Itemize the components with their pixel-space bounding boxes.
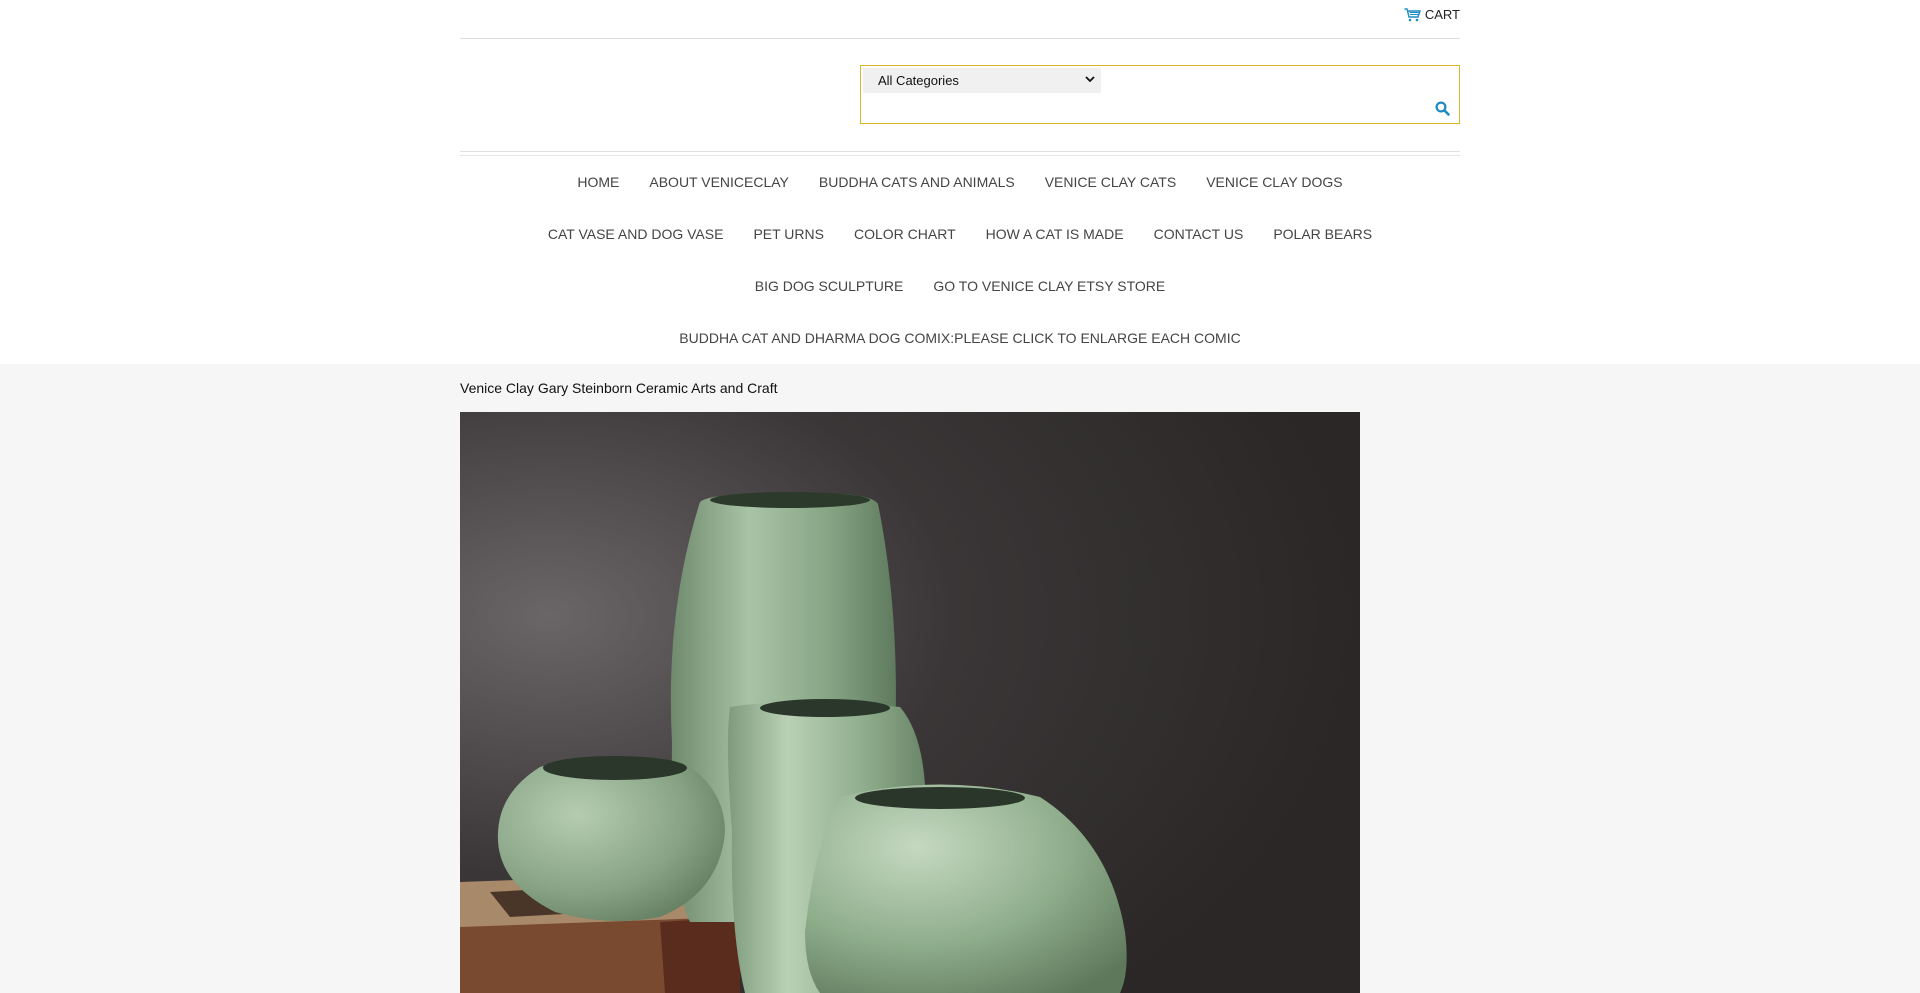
search-box: All Categories (860, 65, 1460, 124)
category-select-value: All Categories (878, 73, 959, 88)
nav-item-home[interactable]: HOME (562, 174, 634, 190)
nav-item-pet-urns[interactable]: PET URNS (738, 226, 839, 242)
nav-item-color-chart[interactable]: COLOR CHART (839, 226, 971, 242)
cart-label: CART (1424, 7, 1460, 22)
nav-row: BUDDHA CAT AND DHARMA DOG COMIX:PLEASE C… (460, 312, 1460, 364)
nav-item-venice-clay-dogs[interactable]: VENICE CLAY DOGS (1191, 174, 1357, 190)
chevron-down-icon (1085, 76, 1095, 83)
hero-image (460, 412, 1360, 993)
nav-item-buddha-cats[interactable]: BUDDHA CATS AND ANIMALS (804, 174, 1030, 190)
nav-item-comix[interactable]: BUDDHA CAT AND DHARMA DOG COMIX:PLEASE C… (664, 330, 1255, 346)
search-icon[interactable] (1435, 101, 1450, 116)
cart-icon (1404, 7, 1421, 21)
cart-link[interactable]: CART (1404, 7, 1460, 22)
nav-row: CAT VASE AND DOG VASE PET URNS COLOR CHA… (460, 208, 1460, 260)
nav-item-venice-clay-cats[interactable]: VENICE CLAY CATS (1030, 174, 1191, 190)
nav-item-about[interactable]: ABOUT VENICECLAY (634, 174, 804, 190)
search-input[interactable] (863, 96, 1429, 122)
green-vases-image (460, 412, 1360, 993)
top-bar: CART (460, 0, 1460, 39)
main-nav: HOME ABOUT VENICECLAY BUDDHA CATS AND AN… (460, 156, 1460, 364)
nav-row: BIG DOG SCULPTURE GO TO VENICE CLAY ETSY… (460, 260, 1460, 312)
nav-item-contact[interactable]: CONTACT US (1139, 226, 1259, 242)
nav-item-vases[interactable]: CAT VASE AND DOG VASE (533, 226, 739, 242)
site-title: Venice Clay Gary Steinborn Ceramic Arts … (460, 380, 778, 396)
nav-item-polar-bears[interactable]: POLAR BEARS (1258, 226, 1387, 242)
nav-row: HOME ABOUT VENICECLAY BUDDHA CATS AND AN… (460, 156, 1460, 208)
nav-item-big-dog[interactable]: BIG DOG SCULPTURE (740, 278, 919, 294)
nav-item-etsy-store[interactable]: GO TO VENICE CLAY ETSY STORE (918, 278, 1180, 294)
nav-item-how-made[interactable]: HOW A CAT IS MADE (971, 226, 1139, 242)
category-select[interactable]: All Categories (863, 68, 1101, 93)
